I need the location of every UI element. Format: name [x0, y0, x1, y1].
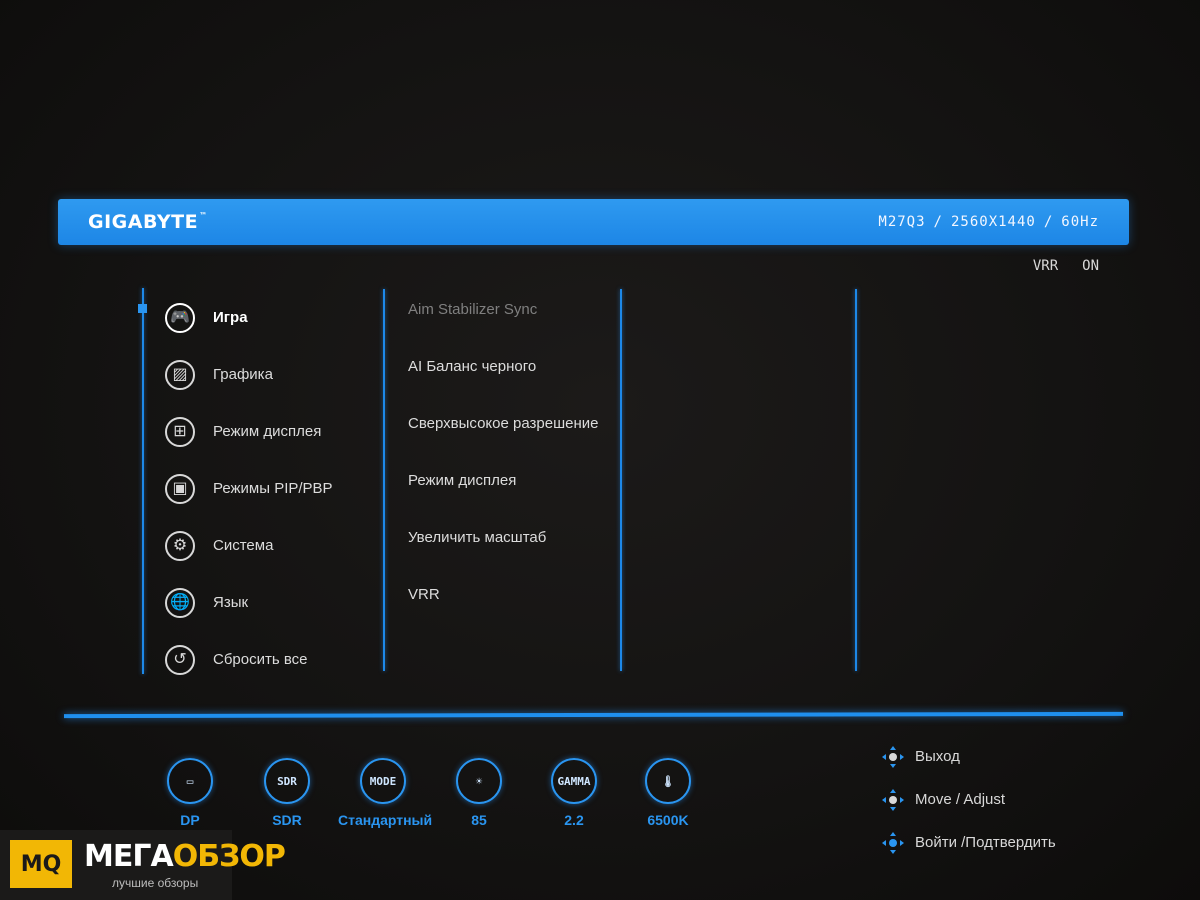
- status-temperature-value: 6500K: [647, 812, 689, 828]
- main-menu-label: Игра: [213, 309, 248, 326]
- status-input: ▭ DP: [145, 758, 235, 828]
- model-name: M27Q3: [878, 214, 926, 230]
- globe-icon: 🌐: [165, 587, 195, 618]
- site-watermark: MQ МЕГАОБЗОР лучшие обзоры: [0, 830, 286, 900]
- status-color-temperature: 🌡 6500K: [623, 758, 713, 828]
- sdr-icon: SDR: [264, 758, 310, 804]
- status-gamma: GAMMA 2.2: [529, 758, 619, 828]
- reset-icon: ↺: [165, 644, 195, 675]
- status-sdr: SDR SDR: [242, 758, 332, 828]
- main-menu-item-game[interactable]: 🎮 Игра: [165, 289, 333, 346]
- main-menu: 🎮 Игра ▨ Графика ⊞ Режим дисплея ▣ Режим…: [165, 289, 333, 688]
- hint-exit: Выход: [882, 735, 1056, 778]
- resolution: 2560X1440: [950, 214, 1036, 230]
- status-gamma-value: 2.2: [564, 812, 584, 828]
- status-brightness: ☀ 85: [434, 758, 524, 828]
- hint-move-adjust: Move / Adjust: [882, 778, 1056, 821]
- status-brightness-value: 85: [471, 812, 487, 828]
- main-menu-label: Сбросить все: [213, 651, 308, 668]
- vrr-status: VRR ON: [1033, 258, 1099, 274]
- main-menu-item-reset-all[interactable]: ↺ Сбросить все: [165, 631, 333, 688]
- main-menu-label: Режим дисплея: [213, 423, 322, 440]
- brand-logo: GIGABYTE™: [88, 211, 208, 233]
- dpad-exit-icon: [882, 745, 904, 768]
- temperature-icon: 🌡: [645, 758, 691, 804]
- menu-divider-1: [383, 289, 385, 671]
- osd-header-bar: GIGABYTE™ M27Q3/2560X1440/60Hz: [58, 199, 1129, 245]
- status-mode: MODE Стандартный: [338, 758, 433, 828]
- model-info: M27Q3/2560X1440/60Hz: [878, 214, 1099, 230]
- watermark-title: МЕГАОБЗОР: [84, 839, 286, 874]
- main-menu-label: Язык: [213, 594, 249, 611]
- main-menu-label: Система: [213, 537, 274, 554]
- status-mode-value: Стандартный: [338, 812, 433, 828]
- hint-enter-label: Войти /Подтвердить: [915, 834, 1056, 851]
- status-input-value: DP: [180, 812, 200, 828]
- main-menu-label: Графика: [213, 366, 273, 383]
- watermark-logo: MQ: [10, 840, 72, 888]
- hint-exit-label: Выход: [915, 748, 960, 765]
- selection-marker: [138, 304, 147, 313]
- main-menu-item-language[interactable]: 🌐 Язык: [165, 574, 333, 631]
- picture-icon: ▨: [165, 359, 195, 390]
- main-menu-item-display-mode[interactable]: ⊞ Режим дисплея: [165, 403, 333, 460]
- hint-enter-confirm: Войти /Подтвердить: [882, 821, 1056, 864]
- gamma-icon: GAMMA: [551, 758, 597, 804]
- submenu-item-aim-stabilizer-sync: Aim Stabilizer Sync: [408, 301, 538, 318]
- main-menu-item-graphics[interactable]: ▨ Графика: [165, 346, 333, 403]
- gear-icon: ⚙: [165, 530, 195, 561]
- status-sdr-value: SDR: [272, 812, 302, 828]
- control-hints: Выход Move / Adjust Войти /Подтвердить: [882, 735, 1056, 864]
- dpad-enter-icon: [882, 831, 904, 854]
- menu-divider-left: [142, 288, 144, 674]
- submenu-item-super-resolution[interactable]: Сверхвысокое разрешение: [408, 395, 598, 452]
- main-menu-item-system[interactable]: ⚙ Система: [165, 517, 333, 574]
- status-divider: [63, 711, 1124, 719]
- main-menu-item-pip-pbp[interactable]: ▣ Режимы PIP/PBP: [165, 460, 333, 517]
- submenu-item-vrr[interactable]: VRR: [408, 566, 598, 623]
- refresh-rate: 60Hz: [1061, 214, 1099, 230]
- brightness-icon: ☀: [456, 758, 502, 804]
- submenu-item-zoom[interactable]: Увеличить масштаб: [408, 509, 598, 566]
- pip-icon: ▣: [165, 473, 195, 504]
- menu-divider-2: [620, 289, 622, 671]
- grid-icon: ⊞: [165, 416, 195, 447]
- submenu-item-ai-black-equalizer[interactable]: AI Баланс черного: [408, 338, 598, 395]
- menu-divider-3: [855, 289, 857, 671]
- hint-move-label: Move / Adjust: [915, 791, 1006, 808]
- dpad-move-icon: [882, 788, 904, 811]
- input-port-icon: ▭: [167, 758, 213, 804]
- sub-menu: Aim Stabilizer Sync AI Баланс черного Св…: [408, 281, 598, 623]
- vrr-status-value: ON: [1082, 258, 1099, 274]
- watermark-subtitle: лучшие обзоры: [112, 876, 199, 890]
- gamepad-icon: 🎮: [165, 302, 195, 333]
- mode-icon: MODE: [360, 758, 406, 804]
- vrr-status-label: VRR: [1032, 258, 1059, 274]
- main-menu-label: Режимы PIP/PBP: [213, 480, 333, 497]
- submenu-item-display-mode[interactable]: Режим дисплея: [408, 452, 598, 509]
